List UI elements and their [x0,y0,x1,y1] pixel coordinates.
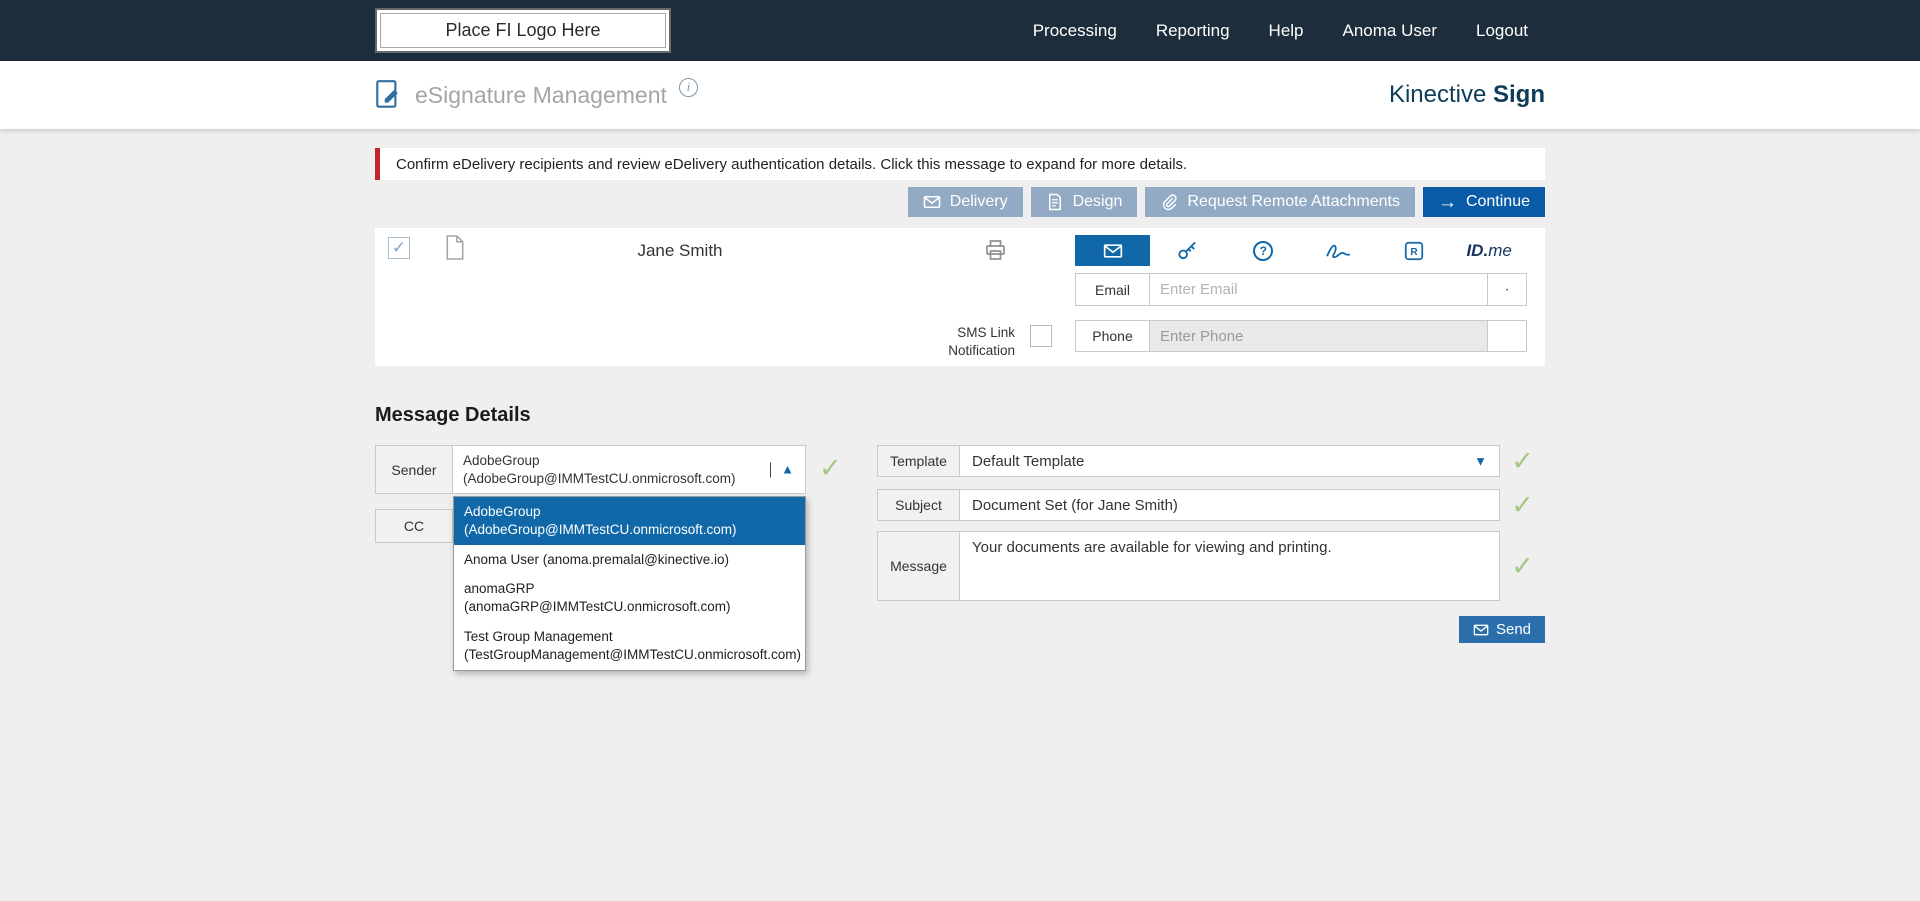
sender-combobox[interactable]: AdobeGroup (AdobeGroup@IMMTestCU.onmicro… [453,445,806,494]
message-label: Message [877,531,960,601]
auth-method-email-tile[interactable] [1075,235,1150,266]
printer-icon[interactable] [983,238,1008,262]
edelivery-notice-banner[interactable]: Confirm eDelivery recipients and review … [375,148,1545,180]
template-valid-check-icon: ✓ [1511,448,1534,475]
fi-logo-text: Place FI Logo Here [445,20,600,41]
recipient-name: Jane Smith [603,241,757,261]
vault-icon: R [1403,240,1425,262]
subject-input[interactable]: Document Set (for Jane Smith) [960,489,1500,521]
envelope-icon [923,193,941,211]
cc-label: CC [375,509,453,543]
main-content: Confirm eDelivery recipients and review … [0,129,1920,715]
message-right-column: Template Default Template ▼ ✓ Subject Do… [877,445,1545,644]
envelope-icon [1101,241,1125,261]
send-button[interactable]: Send [1459,616,1545,643]
auth-method-signature-tile[interactable] [1301,235,1376,266]
sender-valid-check-icon: ✓ [819,455,842,482]
phone-menu-button [1488,320,1527,352]
sender-option[interactable]: Test Group Management (TestGroupManageme… [454,622,805,670]
question-icon: ? [1253,241,1273,261]
email-address-menu-button[interactable]: · [1488,273,1527,306]
email-field-group: Email · [1075,273,1527,306]
brand-product: Sign [1493,81,1545,108]
brand-logo: Kinective Sign [1389,81,1545,109]
signature-icon [1325,241,1352,260]
template-row: Template Default Template ▼ ✓ [877,445,1545,477]
design-document-icon [1046,193,1064,211]
check-icon: ✓ [392,238,406,258]
message-textarea[interactable]: Your documents are available for viewing… [960,531,1500,601]
info-icon[interactable]: i [679,78,698,97]
auth-method-kba-tile[interactable]: ? [1226,235,1301,266]
recipient-checkbox[interactable]: ✓ [388,237,410,259]
auth-method-idme-tile[interactable]: ID.me [1451,235,1526,266]
auth-method-remote-vault-tile[interactable]: R [1376,235,1451,266]
message-row: Message Your documents are available for… [877,531,1545,601]
idme-logo: ID.me [1466,241,1511,261]
send-row: Send [877,616,1545,644]
toolbar: Delivery Design Request Remote Attachmen… [375,187,1545,217]
request-remote-attachments-button[interactable]: Request Remote Attachments [1145,187,1415,217]
fi-logo-placeholder: Place FI Logo Here [375,8,671,53]
recipient-card: ✓ Jane Smith [375,228,1545,366]
sender-dropdown-list: AdobeGroup (AdobeGroup@IMMTestCU.onmicro… [453,496,806,671]
email-label: Email [1075,273,1150,306]
svg-text:R: R [1410,247,1418,258]
sender-label: Sender [375,445,453,494]
subject-valid-check-icon: ✓ [1511,492,1534,519]
template-label: Template [877,445,960,477]
nav-reporting[interactable]: Reporting [1156,21,1230,41]
sender-row: Sender AdobeGroup (AdobeGroup@IMMTestCU.… [375,445,806,494]
auth-method-key-tile[interactable] [1150,235,1225,266]
sender-option[interactable]: Anoma User (anoma.premalal@kinective.io) [454,545,805,575]
app-header: eSignature Management i Kinective Sign [0,61,1920,129]
top-nav: Processing Reporting Help Anoma User Log… [1033,21,1528,41]
document-icon [445,235,465,265]
arrow-right-icon: → [1438,193,1457,212]
brand-name: Kinective [1389,81,1486,108]
sender-option[interactable]: anomaGRP (anomaGRP@IMMTestCU.onmicrosoft… [454,574,805,622]
message-details-form: Sender AdobeGroup (AdobeGroup@IMMTestCU.… [375,445,1545,715]
caret-up-icon: ▲ [781,461,794,478]
message-details-heading: Message Details [375,404,1545,427]
auth-method-row: ? R ID.me [1075,235,1527,266]
phone-label: Phone [1075,320,1150,352]
sender-option[interactable]: AdobeGroup (AdobeGroup@IMMTestCU.onmicro… [454,497,805,545]
top-bar: Place FI Logo Here Processing Reporting … [0,0,1920,61]
page-title: eSignature Management [415,82,667,109]
esignature-document-icon [375,79,403,111]
text-cursor [770,462,771,477]
email-input[interactable] [1150,273,1488,306]
envelope-icon [1473,622,1489,638]
nav-help[interactable]: Help [1269,21,1304,41]
message-valid-check-icon: ✓ [1511,553,1534,580]
paperclip-icon [1160,193,1178,211]
subject-row: Subject Document Set (for Jane Smith) ✓ [877,489,1545,521]
sms-notification-checkbox[interactable] [1030,325,1052,347]
phone-input[interactable] [1150,320,1488,352]
delivery-button[interactable]: Delivery [908,187,1023,217]
design-button[interactable]: Design [1031,187,1138,217]
phone-field-group: Phone [1075,320,1527,352]
nav-logout[interactable]: Logout [1476,21,1528,41]
subject-label: Subject [877,489,960,521]
template-select[interactable]: Default Template ▼ [960,445,1500,477]
key-icon [1176,239,1199,262]
nav-user[interactable]: Anoma User [1343,21,1437,41]
nav-processing[interactable]: Processing [1033,21,1117,41]
caret-down-icon: ▼ [1474,454,1487,469]
sms-link-notification-label: SMS Link Notification [863,324,1015,360]
continue-button[interactable]: → Continue [1423,187,1545,217]
notice-text: Confirm eDelivery recipients and review … [396,156,1187,173]
